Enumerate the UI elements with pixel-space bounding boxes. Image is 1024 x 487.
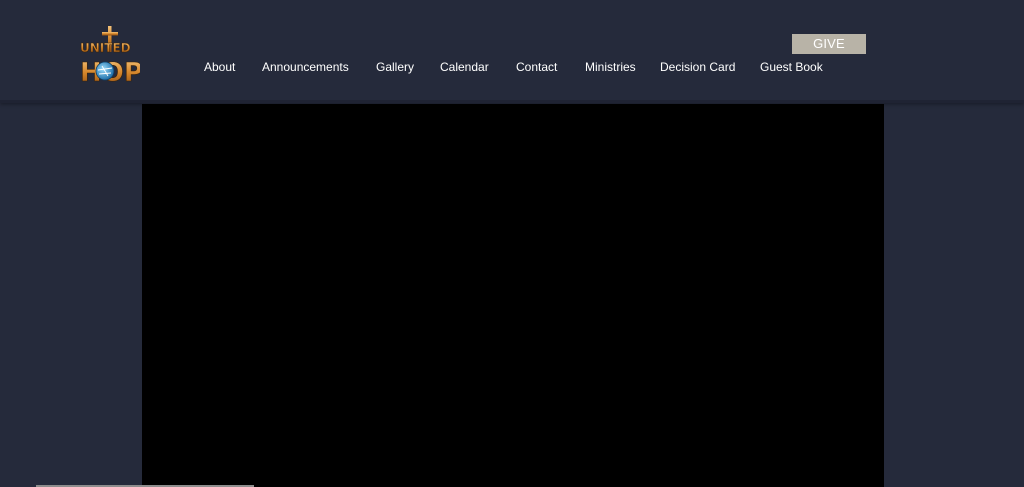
page: UNITED HOPE GIVE About Announcements Gal…	[0, 0, 1024, 487]
give-button[interactable]: GIVE	[792, 34, 866, 54]
logo-text-united: UNITED	[80, 41, 131, 55]
nav-item-about[interactable]: About	[204, 59, 235, 75]
nav-item-decision-card[interactable]: Decision Card	[660, 59, 735, 75]
nav-item-calendar[interactable]: Calendar	[440, 59, 489, 75]
nav-item-announcements[interactable]: Announcements	[262, 59, 349, 75]
video-player[interactable]	[142, 104, 884, 487]
nav-item-gallery[interactable]: Gallery	[376, 59, 414, 75]
united-hope-logo[interactable]: UNITED HOPE	[78, 26, 161, 88]
logo-icon: UNITED HOPE	[80, 26, 161, 88]
nav-item-guest-book[interactable]: Guest Book	[760, 59, 823, 75]
nav-item-contact[interactable]: Contact	[516, 59, 557, 75]
site-header: UNITED HOPE GIVE About Announcements Gal…	[0, 0, 1024, 103]
nav-item-ministries[interactable]: Ministries	[585, 59, 636, 75]
